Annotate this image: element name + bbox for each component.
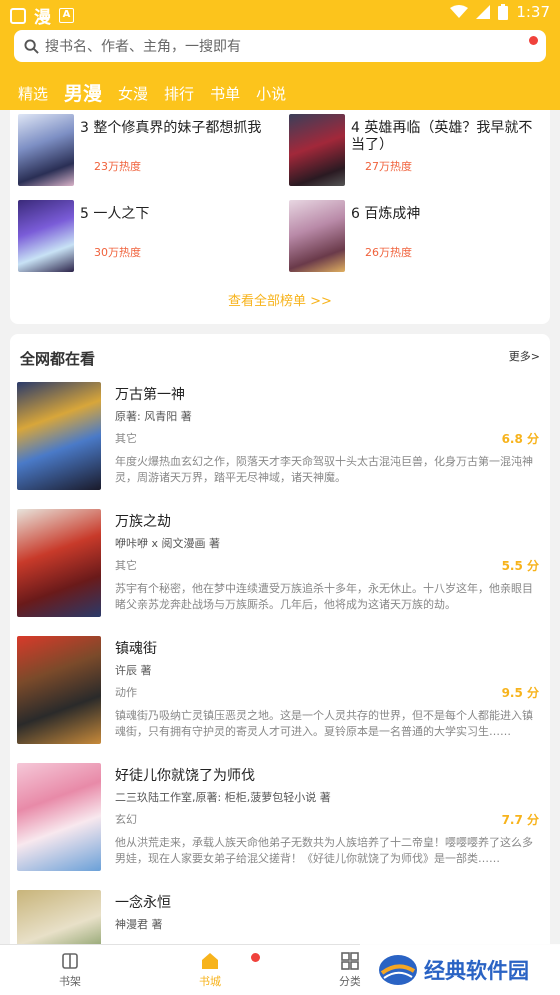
ranking-heat: 27万热度 bbox=[365, 160, 412, 173]
search-input[interactable]: 搜书名、作者、主角，一搜即有 bbox=[14, 30, 546, 62]
book-score: 6.8 分 bbox=[501, 432, 539, 446]
book-list-item[interactable]: 镇魂街 许辰 著 动作 9.5 分 镇魂街乃吸纳亡灵镇压恶灵之地。这是一个人灵共… bbox=[17, 636, 547, 746]
tab-booklist[interactable]: 书单 bbox=[210, 82, 240, 106]
search-icon bbox=[24, 38, 39, 54]
tab-male-comics[interactable]: 男漫 bbox=[64, 82, 102, 106]
ranking-title: 3 整个修真界的妹子都想抓我 bbox=[80, 120, 262, 136]
book-author: 咿咔咿 x 阅文漫画 著 bbox=[115, 537, 220, 550]
signal-icon bbox=[476, 5, 491, 19]
book-genre: 其它 bbox=[115, 432, 137, 445]
top-header: 漫 A 1:37 搜书名、作者、主角，一搜即有 精选 男漫 女漫 排行 书单 小… bbox=[0, 0, 560, 110]
watermark-logo-icon bbox=[379, 954, 417, 985]
ranking-item[interactable]: 3 整个修真界的妹子都想抓我 23万热度 bbox=[18, 114, 278, 186]
watermark-text: 经典软件园 bbox=[424, 958, 529, 983]
tab-female-comics[interactable]: 女漫 bbox=[118, 82, 148, 106]
book-title: 万族之劫 bbox=[115, 514, 171, 530]
nav-bookshelf[interactable]: 书架 bbox=[30, 951, 110, 989]
watermark: 经典软件园 bbox=[360, 944, 560, 995]
bookstore-icon bbox=[202, 953, 218, 969]
cover-image bbox=[17, 890, 101, 944]
category-tabs: 精选 男漫 女漫 排行 书单 小说 bbox=[0, 76, 560, 106]
book-description: 苏宇有个秘密，他在梦中连续遭受万族追杀十多年，永无休止。十八岁这年，他亲眼目睹父… bbox=[115, 582, 533, 611]
cover-image bbox=[18, 200, 74, 272]
book-list-item[interactable]: 万族之劫 咿咔咿 x 阅文漫画 著 其它 5.5 分 苏宇有个秘密，他在梦中连续… bbox=[17, 509, 547, 619]
ranking-title: 6 百炼成神 bbox=[351, 206, 421, 222]
book-genre: 动作 bbox=[115, 686, 137, 699]
ranking-heat: 26万热度 bbox=[365, 246, 412, 259]
ranking-title: 4 英雄再临（英雄？我早就不当了） bbox=[351, 120, 533, 153]
battery-icon bbox=[498, 4, 509, 20]
cover-image bbox=[17, 763, 101, 871]
cover-image bbox=[18, 114, 74, 186]
wifi-icon bbox=[450, 5, 469, 18]
book-author: 许辰 著 bbox=[115, 664, 152, 677]
search-placeholder: 搜书名、作者、主角，一搜即有 bbox=[45, 39, 241, 55]
ranking-heat: 30万热度 bbox=[94, 246, 141, 259]
category-grid-icon bbox=[341, 952, 359, 970]
tab-ranking[interactable]: 排行 bbox=[164, 82, 194, 106]
book-title: 万古第一神 bbox=[115, 387, 185, 403]
ranking-title: 5 一人之下 bbox=[80, 206, 150, 222]
notification-dot bbox=[251, 953, 260, 962]
book-title: 一念永恒 bbox=[115, 895, 171, 911]
ranking-item[interactable]: 5 一人之下 30万热度 bbox=[18, 200, 278, 272]
a-badge-icon: A bbox=[59, 8, 74, 23]
more-link[interactable]: 更多> bbox=[509, 348, 540, 364]
notification-dot bbox=[529, 36, 538, 45]
notification-icon bbox=[10, 7, 26, 24]
nav-label: 分类 bbox=[339, 975, 361, 988]
ranking-card: 3 整个修真界的妹子都想抓我 23万热度 4 英雄再临（英雄？我早就不当了） 2… bbox=[10, 110, 550, 324]
everyone-watching-section: 全网都在看 更多> 万古第一神 原著: 风青阳 著 其它 6.8 分 年度火爆热… bbox=[10, 334, 550, 944]
view-all-rankings-link[interactable]: 查看全部榜单 >> bbox=[10, 290, 550, 309]
status-bar: 漫 A 1:37 bbox=[0, 0, 560, 28]
nav-label: 书架 bbox=[59, 975, 81, 988]
book-list-item[interactable]: 好徒儿你就饶了为师伐 二三玖陆工作室,原著: 柜柜,菠萝包轻小说 著 玄幻 7.… bbox=[17, 763, 547, 873]
book-genre: 玄幻 bbox=[115, 813, 137, 826]
tab-featured[interactable]: 精选 bbox=[18, 82, 48, 106]
book-author: 原著: 风青阳 著 bbox=[115, 410, 192, 423]
section-title: 全网都在看 bbox=[20, 350, 96, 368]
cover-image bbox=[289, 114, 345, 186]
ranking-item[interactable]: 4 英雄再临（英雄？我早就不当了） 27万热度 bbox=[289, 114, 549, 186]
book-score: 9.5 分 bbox=[501, 686, 539, 700]
cover-image bbox=[17, 636, 101, 744]
app-logo-icon: 漫 bbox=[34, 8, 51, 28]
book-genre: 其它 bbox=[115, 559, 137, 572]
clock: 1:37 bbox=[516, 3, 550, 21]
book-description: 他从洪荒走来，承载人族天命他弟子无数共为人族培养了十二帝皇！嘤嘤嘤养了这么多男娃… bbox=[115, 836, 533, 865]
book-score: 7.7 分 bbox=[501, 813, 539, 827]
book-description: 年度火爆热血玄幻之作，陨落天才李天命驾驭十头太古混沌巨兽，化身万古第一混沌神灵，… bbox=[115, 455, 533, 484]
cover-image bbox=[289, 200, 345, 272]
ranking-heat: 23万热度 bbox=[94, 160, 141, 173]
nav-label: 书城 bbox=[199, 975, 221, 988]
book-author: 神漫君 著 bbox=[115, 918, 163, 931]
ranking-item[interactable]: 6 百炼成神 26万热度 bbox=[289, 200, 549, 272]
book-list-item[interactable]: 一念永恒 神漫君 著 bbox=[17, 890, 547, 944]
tab-novel[interactable]: 小说 bbox=[256, 82, 286, 106]
bookshelf-icon bbox=[62, 953, 78, 969]
cover-image bbox=[17, 382, 101, 490]
book-title: 好徒儿你就饶了为师伐 bbox=[115, 768, 255, 784]
book-score: 5.5 分 bbox=[501, 559, 539, 573]
nav-bookstore[interactable]: 书城 bbox=[170, 951, 250, 989]
book-author: 二三玖陆工作室,原著: 柜柜,菠萝包轻小说 著 bbox=[115, 791, 331, 804]
book-title: 镇魂街 bbox=[115, 641, 157, 657]
cover-image bbox=[17, 509, 101, 617]
book-description: 镇魂街乃吸纳亡灵镇压恶灵之地。这是一个人灵共存的世界，但不是每个人都能进入镇魂街… bbox=[115, 709, 533, 738]
book-list-item[interactable]: 万古第一神 原著: 风青阳 著 其它 6.8 分 年度火爆热血玄幻之作，陨落天才… bbox=[17, 382, 547, 492]
